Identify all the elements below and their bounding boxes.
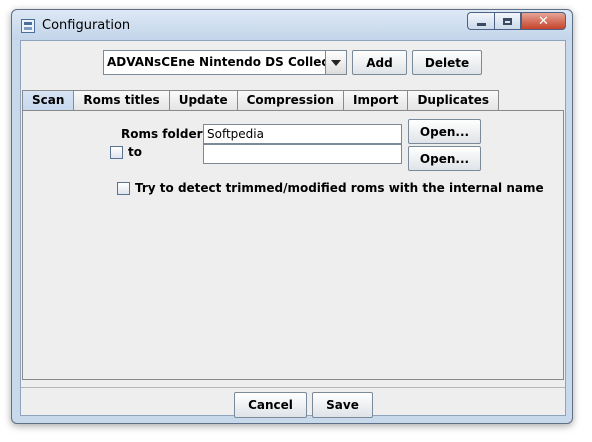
to-label: to (128, 145, 142, 159)
tab-compression[interactable]: Compression (237, 90, 344, 110)
collection-select[interactable]: ADVANsCEne Nintendo DS Collection (103, 50, 347, 75)
tab-scan[interactable]: Scan (22, 90, 75, 110)
configuration-window: Configuration ✕ ADVANsCEne Nintendo DS C… (11, 9, 573, 424)
to-checkbox[interactable] (110, 146, 123, 159)
trimmed-roms-label: Try to detect trimmed/modified roms with… (135, 181, 544, 195)
trimmed-roms-checkbox[interactable] (117, 182, 130, 195)
add-button[interactable]: Add (352, 50, 407, 75)
maximize-button[interactable] (494, 12, 521, 30)
window-controls: ✕ (467, 12, 566, 30)
title-bar[interactable]: Configuration ✕ (12, 10, 572, 40)
dialog-content: ADVANsCEne Nintendo DS Collection Add De… (20, 40, 566, 418)
roms-folders-input[interactable]: Softpedia (203, 124, 402, 144)
footer-separator (21, 387, 565, 388)
tab-bar: Scan Roms titles Update Compression Impo… (22, 90, 500, 110)
close-button[interactable]: ✕ (521, 12, 566, 30)
cancel-button[interactable]: Cancel (234, 392, 307, 418)
tab-roms-titles[interactable]: Roms titles (74, 90, 170, 110)
save-button[interactable]: Save (312, 392, 373, 418)
open-roms-folder-button[interactable]: Open... (408, 119, 481, 144)
delete-button[interactable]: Delete (412, 50, 482, 75)
maximize-icon (503, 17, 512, 25)
to-folder-input[interactable] (203, 144, 402, 164)
app-window-icon (21, 19, 35, 33)
window-title: Configuration (42, 18, 131, 33)
tab-import[interactable]: Import (344, 90, 409, 110)
tab-duplicates[interactable]: Duplicates (408, 90, 500, 110)
minimize-icon (476, 22, 486, 26)
open-to-folder-button[interactable]: Open... (408, 146, 481, 171)
tab-update[interactable]: Update (169, 90, 238, 110)
chevron-down-icon (331, 59, 341, 66)
collection-dropdown-button[interactable] (325, 50, 347, 75)
minimize-button[interactable] (467, 12, 494, 30)
close-icon: ✕ (538, 13, 549, 29)
scan-panel: Roms folders Softpedia Open... to Open..… (22, 110, 564, 380)
roms-folders-label: Roms folders (121, 127, 210, 141)
